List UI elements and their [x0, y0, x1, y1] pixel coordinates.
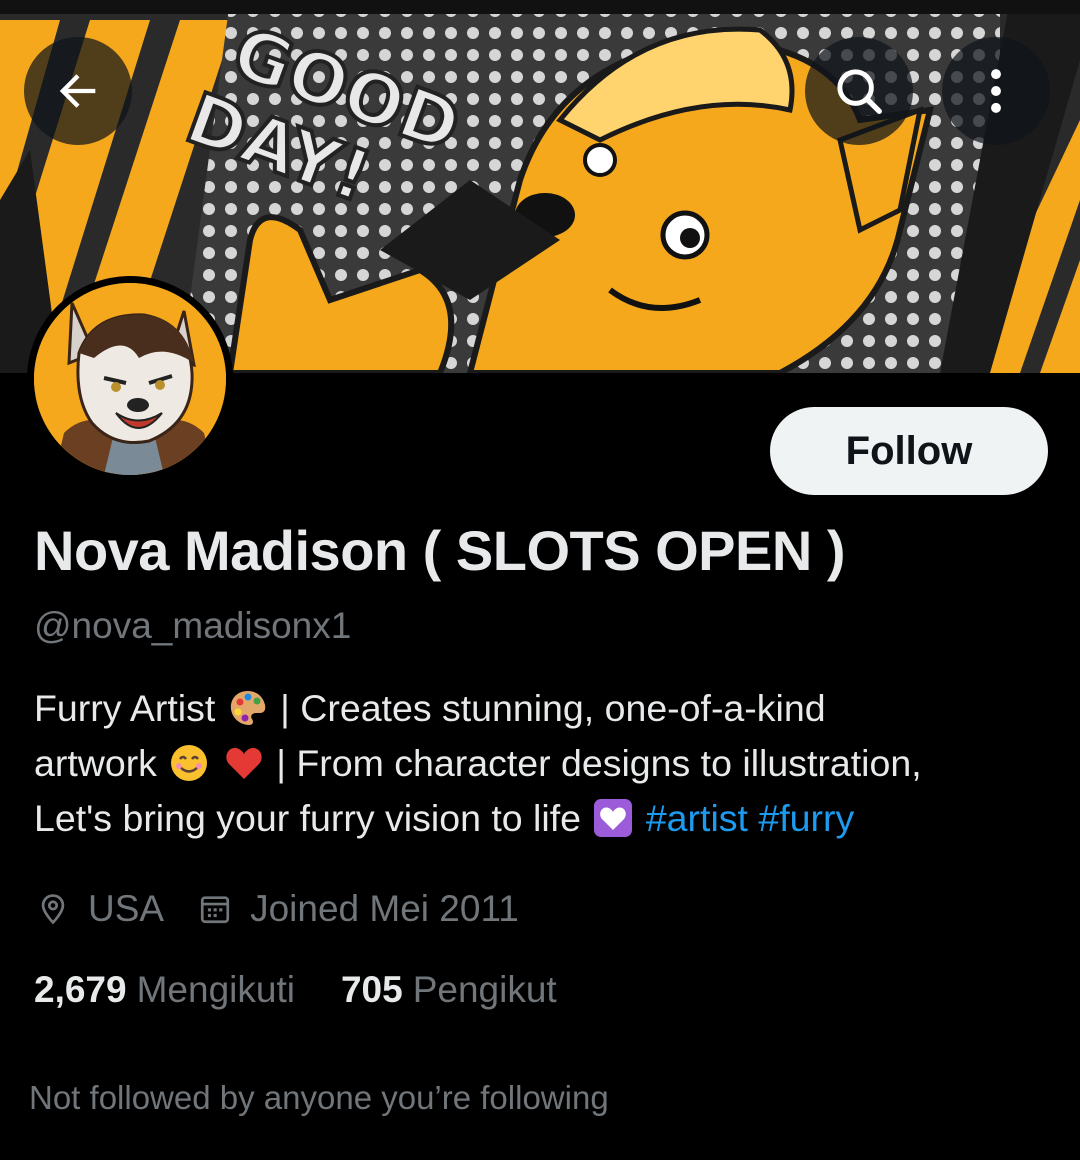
follow-button[interactable]: Follow [770, 407, 1048, 495]
red-heart-icon [224, 743, 264, 783]
hashtag-artist-link[interactable]: #artist [646, 797, 748, 839]
followers-link[interactable]: 705 Pengikut [341, 969, 557, 1011]
username-handle: @nova_madisonx1 [34, 605, 352, 646]
following-link[interactable]: 2,679 Mengikuti [34, 969, 295, 1011]
followers-count: 705 [340, 969, 403, 1010]
hashtag-furry-link[interactable]: #furry [758, 797, 854, 839]
search-icon [837, 69, 882, 114]
location-pin-icon [41, 894, 65, 925]
avatar-image [34, 283, 226, 475]
bio-text: | From character designs to illustration… [276, 742, 922, 784]
profile-avatar[interactable] [27, 276, 233, 482]
followed-by-note: Not followed by anyone you’re following [29, 1079, 609, 1116]
joined-text: Joined Mei 2011 [250, 888, 519, 929]
back-button[interactable] [24, 37, 132, 145]
location-item: USA [36, 888, 164, 930]
following-count: 2,679 [34, 969, 127, 1010]
arrow-left-icon [59, 74, 96, 108]
bio-text: Furry Artist [34, 687, 216, 729]
bio-text: artwork [34, 742, 157, 784]
artist-palette-icon [228, 688, 268, 728]
display-name: Nova Madison ( SLOTS OPEN ) [34, 519, 846, 582]
smiling-face-icon [169, 743, 209, 783]
profile-bio: Furry Artist | Creates stunning, one-of-… [34, 681, 1054, 846]
followers-label: Pengikut [412, 969, 557, 1010]
following-label: Mengikuti [136, 969, 295, 1010]
follow-stats: 2,679 Mengikuti 705 Pengikut [34, 969, 603, 1011]
more-options-button[interactable] [942, 37, 1050, 145]
joined-item: Joined Mei 2011 [198, 888, 519, 930]
white-heart-icon [593, 798, 633, 838]
more-vertical-icon [991, 69, 1001, 113]
calendar-icon [200, 896, 230, 924]
bio-text: | Creates stunning, one-of-a-kind [280, 687, 826, 729]
bio-text: Let's bring your furry vision to life [34, 797, 581, 839]
location-text: USA [88, 888, 165, 929]
search-button[interactable] [805, 37, 913, 145]
profile-meta: USA Joined Mei 2011 [36, 884, 553, 934]
